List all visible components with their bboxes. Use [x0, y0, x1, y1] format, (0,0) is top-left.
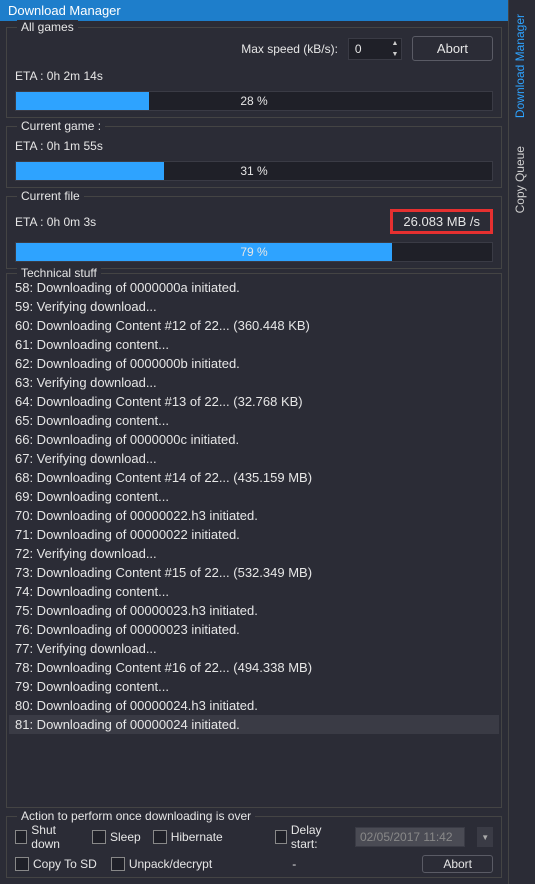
- log-line[interactable]: 77: Verifying download...: [9, 639, 499, 658]
- tab-download-manager[interactable]: Download Manager: [509, 0, 535, 132]
- checkbox-icon: [15, 857, 29, 871]
- current-file-eta: ETA : 0h 0m 3s: [15, 215, 96, 229]
- current-file-speed: 26.083 MB /s: [390, 209, 493, 234]
- tab-copy-queue[interactable]: Copy Queue: [509, 132, 535, 227]
- hibernate-label: Hibernate: [171, 830, 223, 844]
- technical-stuff-section: Technical stuff 58: Downloading of 00000…: [6, 273, 502, 808]
- action-status-dash: -: [292, 857, 296, 871]
- log-line[interactable]: 61: Downloading content...: [9, 335, 499, 354]
- log-line[interactable]: 78: Downloading Content #16 of 22... (49…: [9, 658, 499, 677]
- checkbox-icon: [92, 830, 106, 844]
- unpack-label: Unpack/decrypt: [129, 857, 212, 871]
- log-line[interactable]: 75: Downloading of 00000023.h3 initiated…: [9, 601, 499, 620]
- log-line[interactable]: 67: Verifying download...: [9, 449, 499, 468]
- current-file-legend: Current file: [17, 189, 84, 203]
- current-game-eta: ETA : 0h 1m 55s: [15, 139, 493, 153]
- log-line[interactable]: 73: Downloading Content #15 of 22... (53…: [9, 563, 499, 582]
- current-file-progress: 79 %: [15, 242, 493, 262]
- max-speed-spinner[interactable]: 0 ▲ ▼: [348, 38, 402, 60]
- copy-to-sd-label: Copy To SD: [33, 857, 97, 871]
- current-game-legend: Current game :: [17, 119, 105, 133]
- current-game-section: Current game : ETA : 0h 1m 55s 31 %: [6, 126, 502, 188]
- unpack-checkbox[interactable]: Unpack/decrypt: [111, 857, 212, 871]
- checkbox-icon: [275, 830, 287, 844]
- shutdown-checkbox[interactable]: Shut down: [15, 823, 80, 851]
- log-line[interactable]: 76: Downloading of 00000023 initiated.: [9, 620, 499, 639]
- log-line[interactable]: 66: Downloading of 0000000c initiated.: [9, 430, 499, 449]
- delay-start-label: Delay start:: [291, 823, 343, 851]
- sleep-checkbox[interactable]: Sleep: [92, 830, 141, 844]
- log-line[interactable]: 79: Downloading content...: [9, 677, 499, 696]
- current-game-progress: 31 %: [15, 161, 493, 181]
- max-speed-value: 0: [349, 42, 389, 56]
- log-line[interactable]: 71: Downloading of 00000022 initiated.: [9, 525, 499, 544]
- current-game-progress-fill: [16, 162, 164, 180]
- all-games-progress: 28 %: [15, 91, 493, 111]
- current-file-section: Current file ETA : 0h 0m 3s 26.083 MB /s…: [6, 196, 502, 269]
- shutdown-label: Shut down: [31, 823, 80, 851]
- log-list[interactable]: 58: Downloading of 0000000a initiated.59…: [9, 278, 499, 734]
- all-games-progress-label: 28 %: [240, 92, 267, 111]
- log-line[interactable]: 81: Downloading of 00000024 initiated.: [9, 715, 499, 734]
- sleep-label: Sleep: [110, 830, 141, 844]
- technical-stuff-legend: Technical stuff: [17, 266, 101, 280]
- log-line[interactable]: 74: Downloading content...: [9, 582, 499, 601]
- log-line[interactable]: 64: Downloading Content #13 of 22... (32…: [9, 392, 499, 411]
- log-line[interactable]: 60: Downloading Content #12 of 22... (36…: [9, 316, 499, 335]
- abort-footer-button[interactable]: Abort: [422, 855, 493, 873]
- all-games-legend: All games: [17, 20, 78, 34]
- log-line[interactable]: 63: Verifying download...: [9, 373, 499, 392]
- delay-datetime-input[interactable]: 02/05/2017 11:42: [355, 827, 465, 847]
- log-line[interactable]: 65: Downloading content...: [9, 411, 499, 430]
- post-download-actions: Action to perform once downloading is ov…: [6, 816, 502, 878]
- chevron-down-icon[interactable]: ▼: [477, 827, 493, 847]
- checkbox-icon: [111, 857, 125, 871]
- log-line[interactable]: 59: Verifying download...: [9, 297, 499, 316]
- checkbox-icon: [153, 830, 167, 844]
- log-line[interactable]: 62: Downloading of 0000000b initiated.: [9, 354, 499, 373]
- spinner-up-icon[interactable]: ▲: [389, 38, 401, 49]
- log-line[interactable]: 68: Downloading Content #14 of 22... (43…: [9, 468, 499, 487]
- log-line[interactable]: 80: Downloading of 00000024.h3 initiated…: [9, 696, 499, 715]
- window-title: Download Manager: [0, 0, 508, 21]
- log-line[interactable]: 72: Verifying download...: [9, 544, 499, 563]
- all-games-progress-fill: [16, 92, 149, 110]
- actions-legend: Action to perform once downloading is ov…: [17, 809, 255, 823]
- log-line[interactable]: 70: Downloading of 00000022.h3 initiated…: [9, 506, 499, 525]
- all-games-section: All games Max speed (kB/s): 0 ▲ ▼ Abort …: [6, 27, 502, 118]
- delay-start-checkbox[interactable]: Delay start:: [275, 823, 343, 851]
- current-game-progress-label: 31 %: [240, 162, 267, 181]
- copy-to-sd-checkbox[interactable]: Copy To SD: [15, 857, 97, 871]
- all-games-eta: ETA : 0h 2m 14s: [15, 69, 493, 83]
- max-speed-label: Max speed (kB/s):: [241, 42, 338, 56]
- current-file-progress-label: 79 %: [240, 243, 267, 262]
- log-line[interactable]: 58: Downloading of 0000000a initiated.: [9, 278, 499, 297]
- spinner-down-icon[interactable]: ▼: [389, 49, 401, 60]
- current-file-progress-fill: [16, 243, 392, 261]
- abort-all-button[interactable]: Abort: [412, 36, 493, 61]
- log-line[interactable]: 69: Downloading content...: [9, 487, 499, 506]
- checkbox-icon: [15, 830, 27, 844]
- hibernate-checkbox[interactable]: Hibernate: [153, 830, 223, 844]
